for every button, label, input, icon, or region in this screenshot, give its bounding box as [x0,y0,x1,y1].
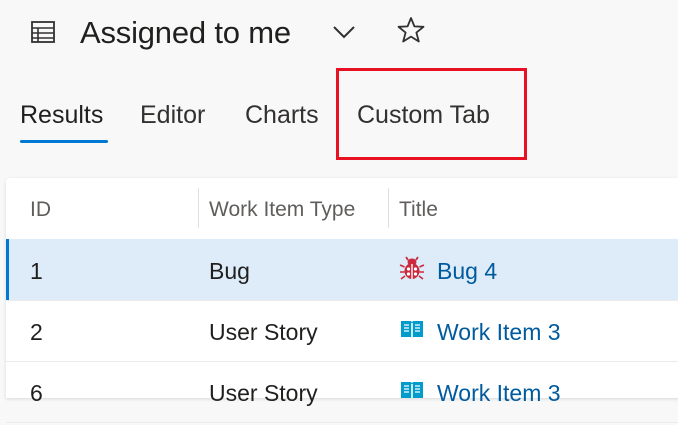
bug-icon [399,256,425,280]
work-item-title-link[interactable]: Work Item 3 [437,361,561,422]
column-separator[interactable] [388,188,389,228]
chevron-down-icon[interactable] [332,24,356,40]
query-list-icon [31,21,55,43]
tab-charts[interactable]: Charts [245,98,319,132]
star-outline-icon[interactable] [397,16,425,44]
cell-work-item-type: User Story [209,319,318,345]
work-item-title-link[interactable]: Work Item 3 [437,300,561,361]
results-grid: ID Work Item Type Title 1 Bug Bug 4 2 Us… [6,178,678,423]
selected-tab-indicator [20,140,108,143]
table-row[interactable]: 2 User Story Work Item 3 [6,300,678,362]
book-icon [401,321,423,339]
grid-header: ID Work Item Type Title [6,178,678,239]
column-header-work-item-type[interactable]: Work Item Type [209,178,355,239]
table-row[interactable]: 6 User Story Work Item 3 [6,361,678,423]
column-separator[interactable] [198,188,199,228]
cell-work-item-type: User Story [209,380,318,406]
cell-id: 1 [30,258,43,284]
custom-tab-highlight-box [336,68,527,160]
book-icon [401,382,423,400]
cell-id: 2 [30,319,43,345]
page-title: Assigned to me [80,15,291,50]
cell-id: 6 [30,380,43,406]
query-header: Assigned to me [0,0,678,68]
cell-work-item-type: Bug [209,258,250,284]
column-header-id[interactable]: ID [30,178,51,239]
table-row[interactable]: 1 Bug Bug 4 [6,239,678,301]
work-item-title-link[interactable]: Bug 4 [437,239,497,300]
tab-editor[interactable]: Editor [140,98,205,132]
column-header-title[interactable]: Title [399,178,438,239]
tab-results[interactable]: Results [20,98,103,132]
